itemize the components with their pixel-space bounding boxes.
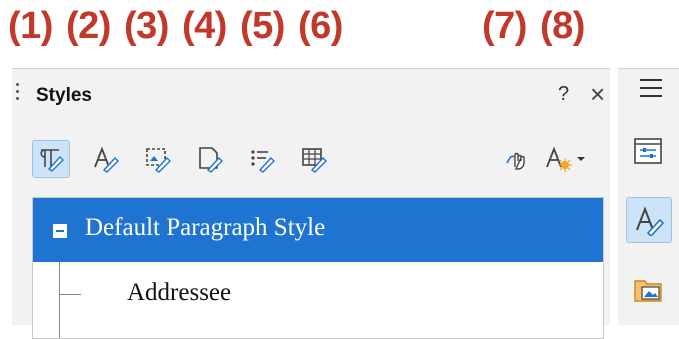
paragraph-styles-button[interactable] xyxy=(32,140,70,178)
page-styles-icon xyxy=(199,147,223,173)
callout-2: (2) xyxy=(66,5,111,47)
sidebar-menu-icon[interactable] xyxy=(640,79,662,99)
character-styles-icon xyxy=(94,146,119,173)
panel-titlebar: Styles ? × xyxy=(12,69,610,123)
callout-5: (5) xyxy=(240,5,285,47)
table-styles-button[interactable] xyxy=(296,141,332,177)
list-item[interactable]: Addressee xyxy=(33,262,603,338)
new-style-icon xyxy=(546,146,572,172)
help-button[interactable]: ? xyxy=(558,83,569,106)
properties-icon xyxy=(634,138,662,164)
table-styles-icon xyxy=(302,148,327,173)
close-button[interactable]: × xyxy=(590,79,605,110)
sidebar-tabbar xyxy=(618,68,679,325)
callout-labels: (1) (2) (3) (4) (5) (6) (7) (8) xyxy=(0,0,679,60)
fill-format-icon xyxy=(506,152,525,170)
list-styles-button[interactable] xyxy=(244,141,280,177)
style-label: Addressee xyxy=(127,279,232,306)
callout-8: (8) xyxy=(540,5,585,47)
styles-list: Default Paragraph Style Addressee xyxy=(32,197,604,339)
callout-4: (4) xyxy=(182,5,227,47)
list-item-selected[interactable]: Default Paragraph Style xyxy=(33,198,603,262)
styles-actions-button[interactable] xyxy=(540,141,590,177)
callout-6: (6) xyxy=(298,5,343,47)
list-styles-icon xyxy=(251,150,275,173)
styles-toolbar xyxy=(12,131,610,187)
callout-1: (1) xyxy=(8,5,53,47)
sidebar-styles-button[interactable] xyxy=(626,197,672,243)
tree-line xyxy=(59,294,81,295)
callout-7: (7) xyxy=(482,5,527,47)
sidebar-properties-button[interactable] xyxy=(626,129,670,173)
page-styles-button[interactable] xyxy=(192,141,228,177)
drag-handle-icon[interactable] xyxy=(16,83,19,107)
callout-3: (3) xyxy=(124,5,169,47)
style-label: Default Paragraph Style xyxy=(85,214,326,241)
styles-icon xyxy=(636,206,665,236)
frame-styles-icon xyxy=(146,148,171,173)
frame-styles-button[interactable] xyxy=(140,141,176,177)
gallery-icon xyxy=(634,280,662,302)
character-styles-button[interactable] xyxy=(88,141,124,177)
styles-panel: Styles ? × Default Paragraph Style Addre… xyxy=(12,68,610,339)
fill-format-mode-button[interactable] xyxy=(500,141,536,177)
tree-line xyxy=(59,262,60,338)
panel-title: Styles xyxy=(36,85,92,106)
paragraph-styles-icon xyxy=(40,149,64,172)
collapse-icon[interactable] xyxy=(53,224,67,238)
chevron-down-icon xyxy=(577,157,585,161)
sidebar-gallery-button[interactable] xyxy=(626,267,670,311)
